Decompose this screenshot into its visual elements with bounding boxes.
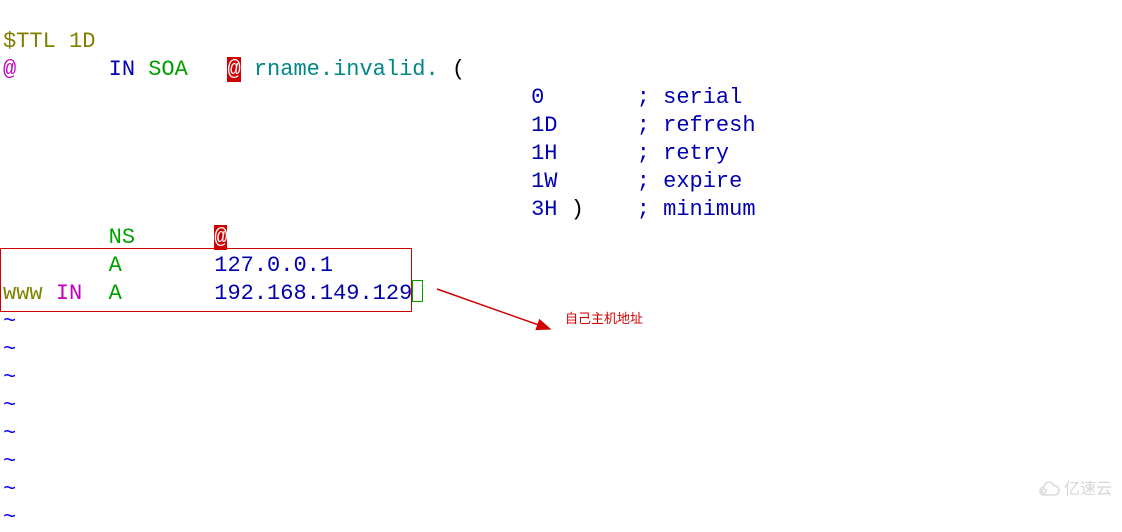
www-name: www: [3, 281, 43, 306]
expire-value: 1W: [531, 169, 557, 194]
tilde-line: ~: [3, 393, 16, 418]
a1-keyword: A: [109, 253, 122, 278]
cloud-icon: [1038, 481, 1060, 499]
line-ttl: $TTL 1D: [3, 29, 95, 54]
watermark-text: 亿速云: [1064, 476, 1112, 504]
www-address: 192.168.149.129: [214, 281, 412, 306]
cursor-icon: [412, 280, 423, 302]
ttl-directive: $TTL 1D: [3, 29, 95, 54]
tilde-line: ~: [3, 449, 16, 474]
tilde-line: ~: [3, 337, 16, 362]
soa-rname: rname.invalid.: [254, 57, 439, 82]
retry-label: ; retry: [637, 141, 729, 166]
soa-keyword: SOA: [148, 57, 188, 82]
annotation-label: 自己主机地址: [565, 305, 643, 333]
line-a-local: A 127.0.0.1: [3, 253, 333, 278]
line-expire: 1W ; expire: [3, 169, 742, 194]
tilde-line: ~: [3, 365, 16, 390]
ns-at-icon: @: [214, 225, 227, 250]
tilde-line: ~: [3, 309, 16, 334]
minimum-value: 3H: [531, 197, 557, 222]
ns-keyword: NS: [109, 225, 135, 250]
minimum-label: ; minimum: [637, 197, 756, 222]
open-paren: (: [452, 57, 465, 82]
a1-address: 127.0.0.1: [214, 253, 333, 278]
serial-label: ; serial: [637, 85, 743, 110]
line-minimum: 3H ) ; minimum: [3, 197, 756, 222]
soa-origin-at: @: [3, 57, 16, 82]
line-ns: NS @: [3, 225, 227, 250]
editor-content: $TTL 1D @ IN SOA @ rname.invalid. ( 0 ; …: [0, 0, 759, 532]
www-class: IN: [56, 281, 82, 306]
serial-value: 0: [531, 85, 544, 110]
line-refresh: 1D ; refresh: [3, 113, 756, 138]
expire-label: ; expire: [637, 169, 743, 194]
refresh-value: 1D: [531, 113, 557, 138]
www-keyword: A: [109, 281, 122, 306]
tilde-line: ~: [3, 477, 16, 502]
line-soa: @ IN SOA @ rname.invalid. (: [3, 57, 465, 82]
line-www: www IN A 192.168.149.129: [3, 281, 423, 306]
retry-value: 1H: [531, 141, 557, 166]
watermark: 亿速云: [1038, 476, 1112, 504]
soa-class: IN: [109, 57, 135, 82]
close-paren: ): [571, 197, 584, 222]
refresh-label: ; refresh: [637, 113, 756, 138]
line-retry: 1H ; retry: [3, 141, 729, 166]
line-serial: 0 ; serial: [3, 85, 742, 110]
tilde-line: ~: [3, 505, 16, 530]
soa-at-icon: @: [227, 57, 240, 82]
tilde-line: ~: [3, 421, 16, 446]
